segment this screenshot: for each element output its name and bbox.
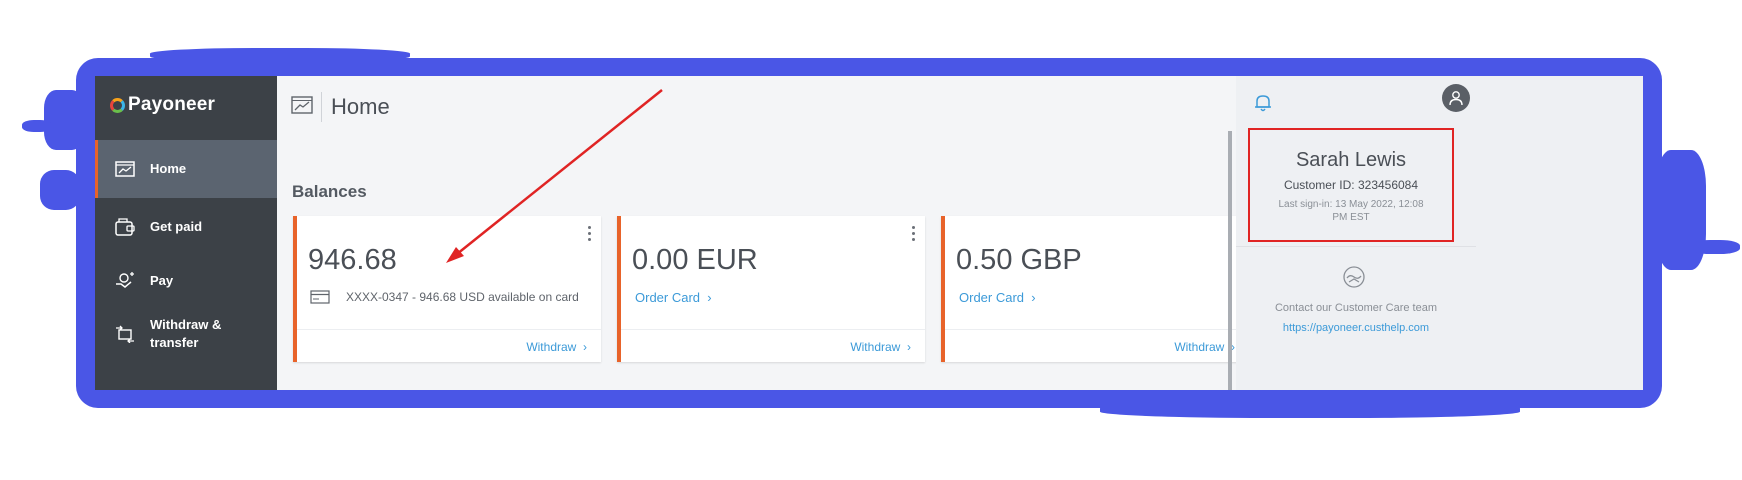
order-card-link[interactable]: Order Card ›	[959, 290, 1036, 305]
card-footer-divider	[297, 329, 601, 330]
payoneer-logo[interactable]: Payoneer	[110, 94, 215, 116]
right-panel: Sarah Lewis Customer ID: 323456084 Last …	[1236, 76, 1643, 390]
section-title: Balances	[292, 182, 367, 201]
payoneer-app: Payoneer Home Get paid Pay Withdraw & tr	[95, 76, 1643, 390]
card-info: XXXX-0347 - 946.68 USD available on card	[310, 290, 579, 304]
brush-splash	[1690, 240, 1740, 254]
logo-ring-icon	[110, 97, 125, 113]
card-footer-divider	[621, 329, 925, 330]
credit-card-icon	[310, 290, 330, 304]
customer-care-icon	[1340, 264, 1368, 295]
avatar[interactable]	[1442, 84, 1470, 112]
header-divider	[321, 92, 322, 122]
user-name: Sarah Lewis	[1295, 149, 1407, 171]
user-icon	[1449, 91, 1463, 106]
last-signin: Last sign-in: 13 May 2022, 12:08 PM EST	[1278, 199, 1424, 223]
sidebar-item-get-paid[interactable]: Get paid	[95, 198, 277, 256]
bell-icon[interactable]	[1252, 92, 1274, 119]
kebab-menu-icon[interactable]	[588, 226, 592, 244]
customer-care-link[interactable]: https://payoneer.custhelp.com	[1236, 322, 1476, 334]
kebab-menu-icon[interactable]	[912, 226, 916, 244]
transfer-icon	[114, 323, 136, 345]
user-info-box: Sarah Lewis Customer ID: 323456084 Last …	[1248, 128, 1454, 242]
wallet-icon	[114, 216, 136, 238]
top-header: Home	[277, 76, 1369, 139]
card-footer-divider	[945, 329, 1249, 330]
balance-card-usd: 946.68 XXXX-0347 - 946.68 USD available …	[293, 216, 601, 362]
balance-amount: 0.00 EUR	[632, 244, 758, 276]
panel-divider	[1236, 246, 1476, 247]
scrollbar[interactable]	[1228, 131, 1232, 390]
customer-id: Customer ID: 323456084	[1283, 178, 1419, 192]
chart-window-icon	[291, 96, 313, 119]
customer-care-text: Contact our Customer Care team	[1274, 302, 1437, 314]
logo-text: Payoneer	[128, 94, 216, 115]
sidebar-item-label: Withdraw & transfer	[150, 317, 222, 350]
card-info-text: XXXX-0347 - 946.68 USD available on card	[346, 290, 579, 304]
balance-amount: 0.50 GBP	[956, 244, 1082, 276]
balance-card-gbp: 0.50 GBP Order Card › Withdraw ›	[941, 216, 1249, 362]
chart-window-icon	[114, 158, 136, 180]
main-content: Balances 946.68 XXXX-0347 - 946.68 USD a…	[277, 138, 1369, 390]
sidebar-item-label: Pay	[150, 273, 174, 288]
order-card-link[interactable]: Order Card ›	[635, 290, 712, 305]
sidebar-item-home[interactable]: Home	[95, 140, 277, 198]
brush-splash	[22, 120, 52, 132]
sidebar-item-label: Home	[150, 161, 187, 176]
withdraw-link[interactable]: Withdraw ›	[850, 340, 911, 354]
page-title: Home	[331, 94, 390, 119]
brush-splash	[40, 170, 80, 210]
sidebar-item-pay[interactable]: Pay	[95, 252, 277, 310]
sidebar: Payoneer Home Get paid Pay Withdraw & tr	[95, 76, 277, 390]
balance-card-eur: 0.00 EUR Order Card › Withdraw ›	[617, 216, 925, 362]
withdraw-link[interactable]: Withdraw ›	[526, 340, 587, 354]
sidebar-item-withdraw-transfer[interactable]: Withdraw & transfer	[95, 305, 277, 363]
withdraw-link[interactable]: Withdraw ›	[1174, 340, 1235, 354]
pay-hand-icon	[114, 270, 136, 292]
sidebar-item-label: Get paid	[150, 219, 203, 234]
balance-amount: 946.68	[308, 244, 397, 276]
